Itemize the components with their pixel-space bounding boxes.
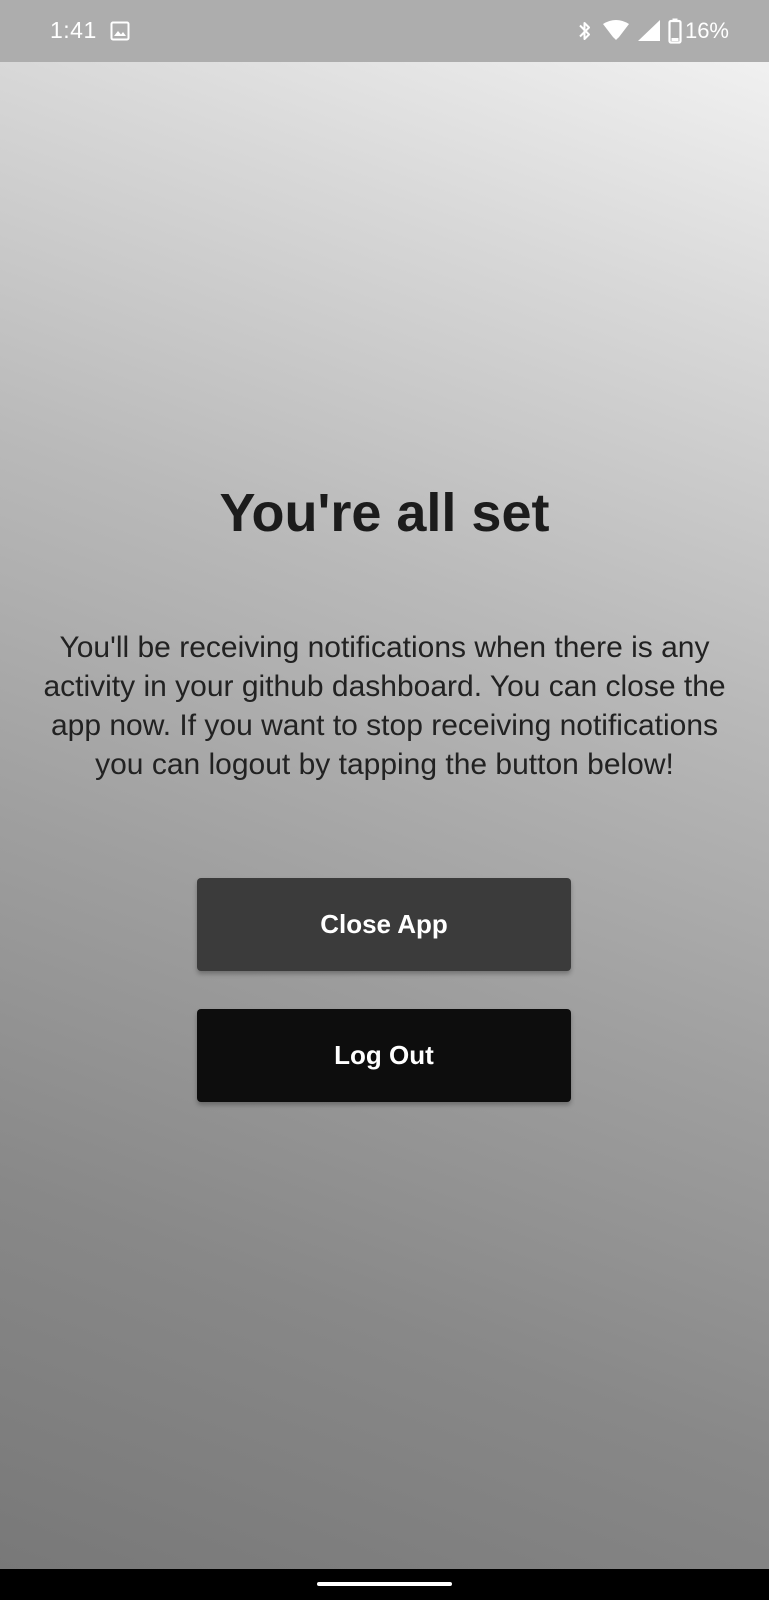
app-screen: 1:41 16% You're all set You'll be receiv… (0, 0, 769, 1600)
battery-icon (668, 18, 682, 44)
home-gesture-handle[interactable] (317, 1582, 452, 1586)
battery-percent: 16% (684, 18, 729, 43)
wifi-icon (602, 19, 630, 43)
gallery-icon (110, 21, 130, 41)
close-app-button[interactable]: Close App (197, 878, 571, 971)
log-out-button[interactable]: Log Out (197, 1009, 571, 1102)
main-content: You're all set You'll be receiving notif… (0, 62, 769, 1569)
page-title: You're all set (219, 483, 550, 543)
status-bar: 1:41 16% (0, 0, 769, 62)
bluetooth-icon (578, 19, 592, 43)
info-message: You'll be receiving notifications when t… (43, 631, 726, 781)
navigation-bar (0, 1569, 769, 1600)
status-icons: 16% (578, 16, 729, 46)
signal-icon (636, 19, 662, 43)
status-time: 1:41 (50, 17, 97, 43)
